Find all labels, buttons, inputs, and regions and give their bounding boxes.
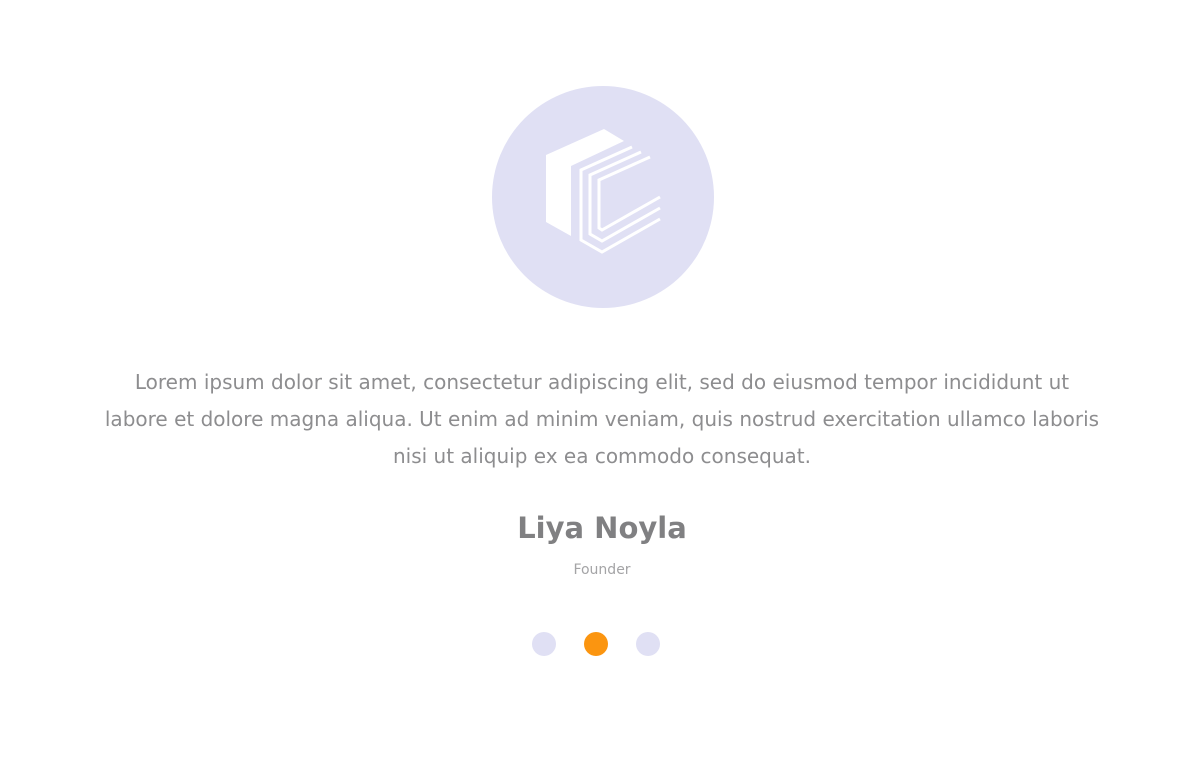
avatar — [492, 86, 714, 308]
pagination-dot-3[interactable] — [636, 632, 660, 656]
testimonial-author-role: Founder — [573, 562, 631, 578]
testimonial-author-name: Liya Noyla — [517, 511, 687, 545]
slider-pagination — [532, 632, 660, 656]
company-logo-cube-icon — [546, 129, 661, 254]
pagination-dot-2-active[interactable] — [584, 632, 608, 656]
testimonial-quote: Lorem ipsum dolor sit amet, consectetur … — [104, 370, 1100, 468]
pagination-dot-1[interactable] — [532, 632, 556, 656]
testimonial-slide: Lorem ipsum dolor sit amet, consectetur … — [0, 0, 1204, 760]
